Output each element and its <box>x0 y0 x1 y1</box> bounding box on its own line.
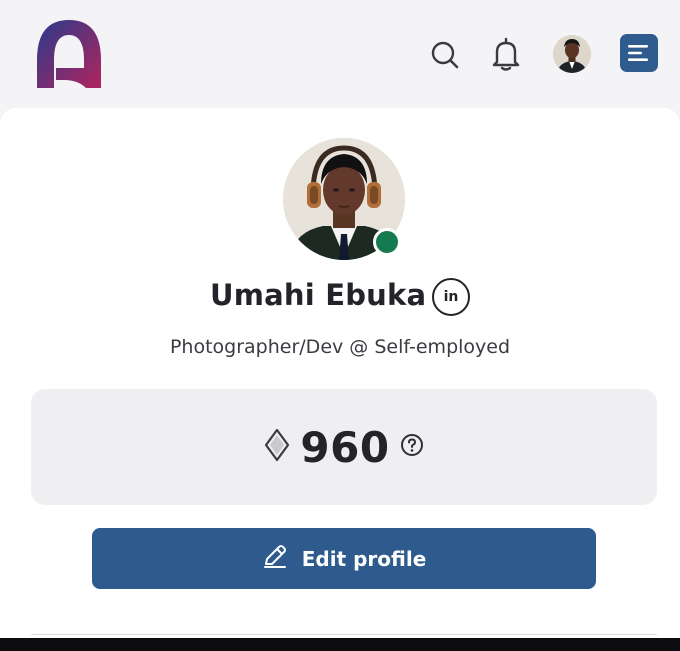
bell-icon[interactable] <box>489 35 523 73</box>
edit-profile-button[interactable]: Edit profile <box>92 528 596 589</box>
profile-headline: Photographer/Dev @ Self-employed <box>169 336 511 358</box>
profile-name: Umahi Ebuka <box>210 278 427 312</box>
points-value: 960 <box>300 422 390 472</box>
user-avatar[interactable] <box>553 35 591 73</box>
section-divider <box>31 634 657 635</box>
bottom-edge <box>0 638 680 651</box>
points-panel: 960 <box>31 389 657 505</box>
diamond-icon <box>264 428 290 466</box>
online-status-indicator <box>373 228 401 256</box>
linkedin-icon[interactable]: in <box>432 278 470 316</box>
brand-logo[interactable] <box>34 18 104 90</box>
question-circle-icon[interactable] <box>400 433 424 461</box>
pencil-icon <box>262 543 288 574</box>
top-bar <box>0 0 680 108</box>
search-icon[interactable] <box>428 38 462 72</box>
menu-icon[interactable] <box>620 34 658 72</box>
edit-profile-label: Edit profile <box>301 546 427 571</box>
